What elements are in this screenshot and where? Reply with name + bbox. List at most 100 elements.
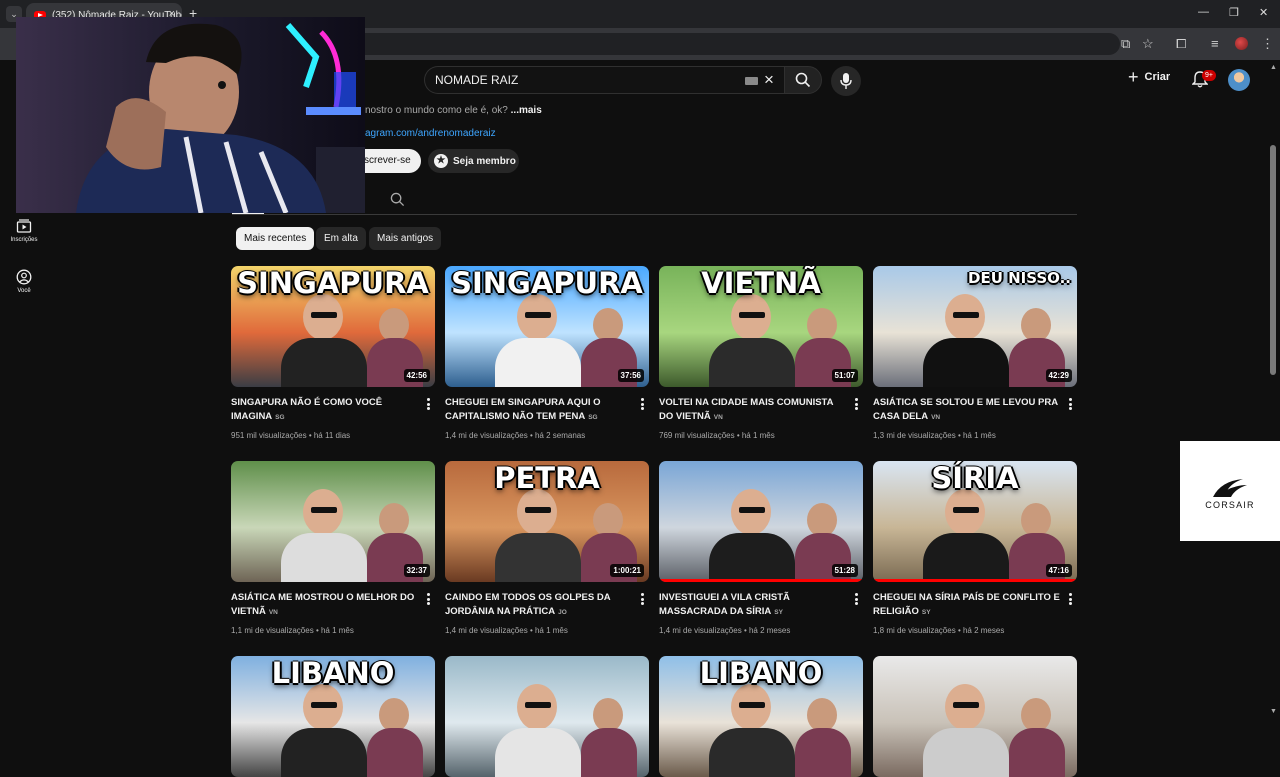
video-meta: 1,4 mi de visualizações • há 1 mês — [445, 626, 649, 635]
video-duration: 42:56 — [403, 369, 430, 382]
watch-progress-bar — [873, 579, 1077, 582]
country-code: VN — [268, 609, 278, 616]
video-card[interactable]: 51:28 INVESTIGUEI A VILA CRISTÃ MASSACRAD… — [659, 461, 863, 635]
install-app-icon[interactable]: ⧉ — [1121, 36, 1130, 52]
video-card[interactable]: DEU NISSO.. 42:29 ASIÁTICA SE SOLTOU E ME … — [873, 266, 1077, 440]
upload-age: há 2 meses — [748, 626, 791, 635]
video-menu-icon[interactable] — [638, 592, 646, 606]
video-title-text: ASIÁTICA ME MOSTROU O MELHOR DO VIETNÃ — [231, 592, 415, 617]
extensions-icon[interactable]: ⧠ — [1176, 36, 1186, 52]
video-menu-icon[interactable] — [1066, 397, 1074, 411]
search-icon — [795, 72, 811, 88]
description-more-link[interactable]: ...mais — [511, 105, 542, 116]
video-duration: 51:07 — [831, 369, 858, 382]
video-meta: 769 mil visualizações • há 1 mês — [659, 431, 863, 440]
you-icon — [16, 269, 32, 285]
watch-progress-bar — [659, 579, 863, 582]
minimize-button[interactable]: — — [1198, 6, 1209, 18]
video-title[interactable]: ASIÁTICA ME MOSTROU O MELHOR DO VIETNÃ VN — [231, 591, 421, 620]
video-menu-icon[interactable] — [852, 397, 860, 411]
keyboard-icon[interactable] — [745, 77, 758, 85]
search-button[interactable] — [784, 66, 822, 94]
chip-recent[interactable]: Mais recentes — [236, 227, 315, 250]
video-title-text: CHEGUEI NA SÍRIA PAÍS DE CONFLITO E RELI… — [873, 592, 1060, 617]
video-thumbnail[interactable]: SINGAPURA 42:56 — [231, 266, 435, 387]
video-card[interactable]: SINGAPURA 42:56 SINGAPURA NÃO É COMO VOCÊ … — [231, 266, 435, 440]
video-thumbnail[interactable]: 51:28 — [659, 461, 863, 582]
thumbnail-text: SINGAPURA — [237, 266, 429, 300]
join-membership-button[interactable]: ★ Seja membro — [428, 149, 519, 173]
video-menu-icon[interactable] — [424, 592, 432, 606]
create-button[interactable]: + Criar — [1128, 67, 1170, 87]
video-card[interactable]: VIETNÃ 51:07 VOLTEI NA CIDADE MAIS COMUNIS… — [659, 266, 863, 440]
maximize-button[interactable]: ❐ — [1229, 6, 1239, 19]
video-meta: 1,3 mi de visualizações • há 1 mês — [873, 431, 1077, 440]
video-card[interactable]: PETRA 1:00:21 CAINDO EM TODOS OS GOLPES DA… — [445, 461, 649, 635]
meta-separator: • — [527, 431, 535, 440]
video-menu-icon[interactable] — [852, 592, 860, 606]
sidebar-item-subscriptions[interactable]: Inscrições — [4, 218, 44, 243]
clear-search-icon[interactable]: × — [764, 70, 774, 90]
browser-profile-icon[interactable] — [1235, 37, 1248, 50]
voice-search-button[interactable] — [831, 66, 861, 96]
video-thumbnail[interactable]: PETRA 1:00:21 — [445, 461, 649, 582]
microphone-icon — [840, 73, 852, 89]
video-meta: 1,8 mi de visualizações • há 2 meses — [873, 626, 1077, 635]
video-title[interactable]: CHEGUEI EM SINGAPURA AQUI O CAPITALISMO … — [445, 396, 635, 425]
video-card[interactable]: SINGAPURA 37:56 CHEGUEI EM SINGAPURA AQUI … — [445, 266, 649, 440]
corsair-logo-icon — [1213, 479, 1247, 497]
video-thumbnail[interactable]: SINGAPURA 37:56 — [445, 266, 649, 387]
browser-menu-icon[interactable]: ⋮ — [1261, 36, 1274, 52]
country-code: SG — [588, 414, 598, 421]
video-thumbnail[interactable] — [873, 656, 1077, 777]
meta-separator: • — [955, 431, 963, 440]
channel-search-icon[interactable] — [390, 192, 405, 207]
video-title[interactable]: VOLTEI NA CIDADE MAIS COMUNISTA DO VIETN… — [659, 396, 849, 425]
video-title[interactable]: SINGAPURA NÃO É COMO VOCÊ IMAGINA SG — [231, 396, 421, 425]
page-scrollbar[interactable] — [1270, 145, 1276, 375]
chip-popular[interactable]: Em alta — [316, 227, 366, 250]
video-card[interactable]: 32:37 ASIÁTICA ME MOSTROU O MELHOR DO VIE… — [231, 461, 435, 635]
video-menu-icon[interactable] — [1066, 592, 1074, 606]
sidebar-item-you[interactable]: Você — [4, 269, 44, 294]
scroll-up-arrow[interactable]: ▲ — [1270, 64, 1277, 71]
video-card[interactable]: LIBANO — [659, 656, 863, 777]
video-menu-icon[interactable] — [638, 397, 646, 411]
channel-link[interactable]: agram.com/andrenomaderaiz — [365, 128, 496, 139]
video-menu-icon[interactable] — [424, 397, 432, 411]
search-input[interactable]: NOMADE RAIZ — [435, 73, 518, 87]
channel-description[interactable]: nostro o mundo como ele é, ok? ...mais — [365, 105, 542, 116]
video-meta: 1,1 mi de visualizações • há 1 mês — [231, 626, 435, 635]
video-title[interactable]: INVESTIGUEI A VILA CRISTÃ MASSACRADA DA … — [659, 591, 849, 620]
video-thumbnail[interactable]: SÍRIA 47:16 — [873, 461, 1077, 582]
upload-age: há 11 dias — [313, 431, 351, 440]
omnibox[interactable] — [300, 33, 1120, 55]
video-card[interactable] — [873, 656, 1077, 777]
video-thumbnail[interactable]: 32:37 — [231, 461, 435, 582]
video-thumbnail[interactable]: LIBANO — [231, 656, 435, 777]
plus-icon: + — [1128, 67, 1139, 87]
account-avatar[interactable] — [1228, 69, 1250, 91]
media-controls-icon[interactable]: ≡ — [1211, 36, 1219, 51]
close-window-button[interactable]: ✕ — [1259, 6, 1268, 19]
channel-description-text: nostro o mundo como ele é, ok? — [365, 105, 511, 116]
video-title[interactable]: ASIÁTICA SE SOLTOU E ME LEVOU PRA CASA D… — [873, 396, 1063, 425]
video-thumbnail[interactable]: LIBANO — [659, 656, 863, 777]
video-thumbnail[interactable] — [445, 656, 649, 777]
thumbnail-text: SINGAPURA — [451, 266, 643, 300]
video-card[interactable] — [445, 656, 649, 777]
chip-oldest[interactable]: Mais antigos — [369, 227, 442, 250]
video-title[interactable]: CHEGUEI NA SÍRIA PAÍS DE CONFLITO E RELI… — [873, 591, 1063, 620]
scroll-down-arrow[interactable]: ▼ — [1270, 708, 1277, 715]
video-card[interactable]: LIBANO — [231, 656, 435, 777]
video-title-text: INVESTIGUEI A VILA CRISTÃ MASSACRADA DA … — [659, 592, 790, 617]
video-card[interactable]: SÍRIA 47:16 CHEGUEI NA SÍRIA PAÍS DE CONFL… — [873, 461, 1077, 635]
video-thumbnail[interactable]: DEU NISSO.. 42:29 — [873, 266, 1077, 387]
meta-separator: • — [734, 431, 742, 440]
bookmark-star-icon[interactable]: ☆ — [1142, 36, 1154, 52]
search-box[interactable]: NOMADE RAIZ × — [424, 66, 784, 94]
video-thumbnail[interactable]: VIETNÃ 51:07 — [659, 266, 863, 387]
advertisement[interactable]: CORSAIR — [1180, 441, 1280, 541]
streamer-video-image — [16, 17, 365, 213]
video-title[interactable]: CAINDO EM TODOS OS GOLPES DA JORDÂNIA NA… — [445, 591, 635, 620]
